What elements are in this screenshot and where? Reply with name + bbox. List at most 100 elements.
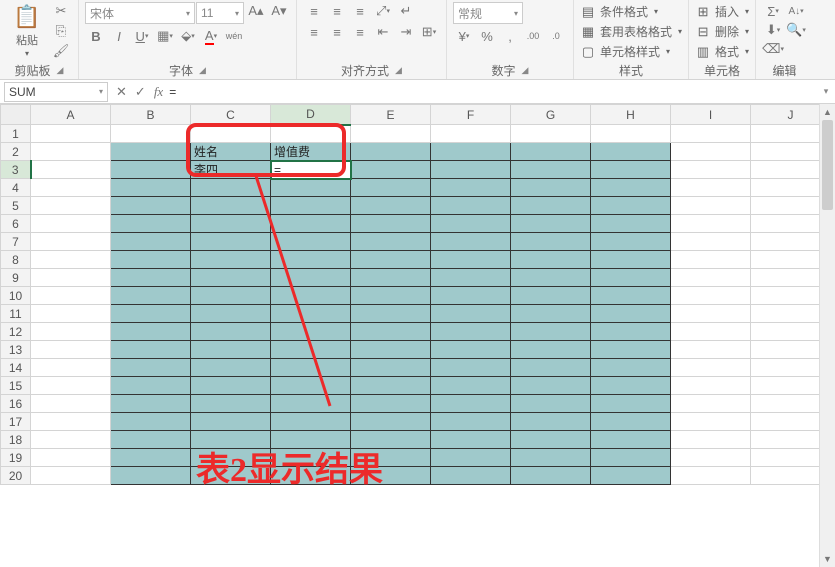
increase-font-button[interactable]: A▴ [245, 2, 267, 20]
cell[interactable] [431, 287, 511, 305]
fill-color-button[interactable]: ⬙▾ [177, 27, 199, 45]
cell[interactable] [671, 269, 751, 287]
formula-input[interactable] [163, 82, 817, 102]
row-header[interactable]: 13 [1, 341, 31, 359]
cell[interactable] [31, 251, 111, 269]
cell[interactable] [671, 341, 751, 359]
format-cells-button[interactable]: ▥格式▾ [695, 42, 749, 61]
cell[interactable] [671, 179, 751, 197]
cell[interactable] [431, 125, 511, 143]
find-button[interactable]: 🔍▾ [785, 21, 807, 39]
cell[interactable] [351, 269, 431, 287]
cell[interactable] [31, 233, 111, 251]
cell[interactable] [591, 323, 671, 341]
cell[interactable] [511, 215, 591, 233]
align-center-button[interactable]: ≡ [326, 23, 348, 41]
cell[interactable] [431, 431, 511, 449]
cell[interactable] [511, 413, 591, 431]
cell[interactable] [591, 143, 671, 161]
vertical-scrollbar[interactable]: ▲ ▼ [819, 104, 835, 567]
cell[interactable] [351, 179, 431, 197]
wrap-text-button[interactable]: ↵ [395, 2, 417, 20]
cell[interactable] [591, 215, 671, 233]
row-header[interactable]: 19 [1, 449, 31, 467]
cell[interactable] [511, 197, 591, 215]
cell[interactable] [31, 215, 111, 233]
cell[interactable] [591, 197, 671, 215]
row-header[interactable]: 12 [1, 323, 31, 341]
row-header[interactable]: 1 [1, 125, 31, 143]
cell[interactable] [431, 413, 511, 431]
column-header[interactable]: H [591, 105, 671, 125]
cell[interactable] [111, 377, 191, 395]
paste-button[interactable]: 📋 粘贴 ▾ [6, 2, 48, 60]
row-header[interactable]: 16 [1, 395, 31, 413]
cell[interactable] [671, 467, 751, 485]
column-header[interactable]: F [431, 105, 511, 125]
cell[interactable] [111, 359, 191, 377]
cell[interactable] [351, 467, 431, 485]
cell[interactable] [511, 143, 591, 161]
cell[interactable] [111, 413, 191, 431]
alignment-launcher-icon[interactable]: ◢ [395, 65, 402, 76]
column-header[interactable]: E [351, 105, 431, 125]
cell[interactable] [271, 323, 351, 341]
cell[interactable] [31, 305, 111, 323]
cell[interactable] [111, 323, 191, 341]
cell[interactable] [271, 125, 351, 143]
cell[interactable] [431, 233, 511, 251]
cell[interactable] [511, 431, 591, 449]
cell[interactable] [191, 305, 271, 323]
cell[interactable] [351, 431, 431, 449]
cell[interactable] [591, 125, 671, 143]
cell[interactable] [191, 341, 271, 359]
conditional-formatting-button[interactable]: ▤条件格式▾ [580, 2, 658, 21]
cell[interactable] [31, 359, 111, 377]
cell[interactable] [431, 467, 511, 485]
cell[interactable] [351, 233, 431, 251]
cell[interactable] [191, 215, 271, 233]
cell[interactable] [591, 305, 671, 323]
cell[interactable] [511, 341, 591, 359]
cell[interactable] [271, 359, 351, 377]
cell[interactable] [431, 359, 511, 377]
column-header[interactable]: A [31, 105, 111, 125]
cell[interactable] [191, 359, 271, 377]
cell[interactable]: 增值费 [271, 143, 351, 161]
cell[interactable] [31, 323, 111, 341]
cell[interactable] [111, 467, 191, 485]
cell[interactable] [271, 467, 351, 485]
cell[interactable] [111, 395, 191, 413]
cell[interactable] [431, 251, 511, 269]
font-color-button[interactable]: A▾ [200, 27, 222, 45]
cell[interactable] [351, 323, 431, 341]
row-header[interactable]: 3 [1, 161, 31, 179]
cell[interactable] [271, 449, 351, 467]
sort-filter-button[interactable]: A↓▾ [785, 2, 807, 20]
cell[interactable] [31, 431, 111, 449]
cell[interactable] [271, 413, 351, 431]
cell[interactable] [591, 341, 671, 359]
cell[interactable] [511, 233, 591, 251]
cell[interactable] [671, 377, 751, 395]
row-header[interactable]: 15 [1, 377, 31, 395]
align-right-button[interactable]: ≡ [349, 23, 371, 41]
cell[interactable] [511, 449, 591, 467]
cell[interactable] [671, 143, 751, 161]
enter-formula-button[interactable]: ✓ [135, 84, 146, 100]
row-header[interactable]: 7 [1, 233, 31, 251]
cell[interactable] [431, 197, 511, 215]
cell[interactable]: = [271, 161, 351, 179]
row-header[interactable]: 18 [1, 431, 31, 449]
cell[interactable] [111, 143, 191, 161]
align-middle-button[interactable]: ≡ [326, 2, 348, 20]
cell[interactable] [31, 413, 111, 431]
cell[interactable] [511, 161, 591, 179]
orientation-button[interactable]: ⤢▾ [372, 2, 394, 20]
cell[interactable] [111, 161, 191, 179]
cell[interactable] [591, 431, 671, 449]
format-painter-button[interactable]: 🖌 [50, 42, 72, 60]
cell[interactable] [431, 305, 511, 323]
cell[interactable] [431, 449, 511, 467]
phonetic-button[interactable]: wén [223, 27, 245, 45]
